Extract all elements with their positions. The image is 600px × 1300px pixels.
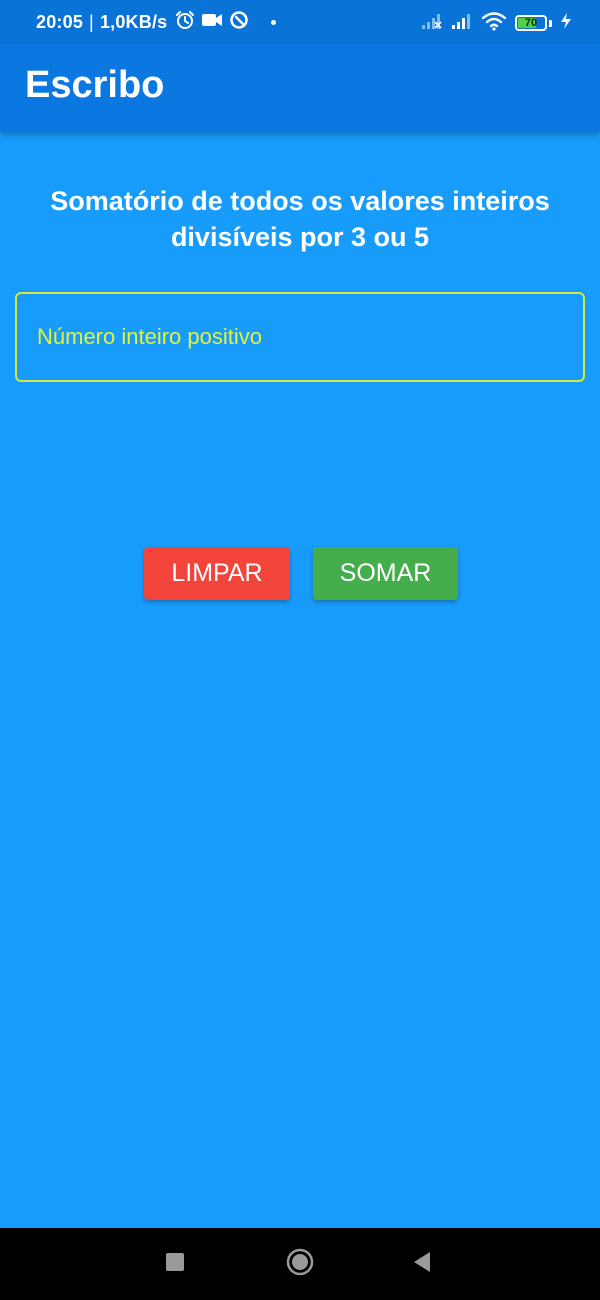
alarm-icon [175,10,195,35]
battery-icon: 70 [515,15,547,31]
recents-icon [165,1252,185,1277]
status-bar: 20:05 | 1,0KB/s 70 [0,0,600,44]
home-icon [285,1247,315,1282]
battery-cap [549,19,552,27]
back-button[interactable] [392,1228,452,1300]
navigation-bar [0,1228,600,1300]
page-heading: Somatório de todos os valores inteiros d… [50,186,550,252]
status-separator: | [89,11,94,32]
number-input[interactable] [35,323,583,351]
status-icons-left [175,10,249,35]
app-title: Escribo [25,64,165,106]
status-network-speed: 1,0KB/s [99,11,168,32]
back-icon [412,1251,432,1278]
signal-off-icon [421,12,443,35]
signal-icon [451,12,473,35]
data-saver-icon [229,10,249,35]
recents-button[interactable] [145,1228,205,1300]
status-right: 70 [421,11,572,36]
status-left: 20:05 | 1,0KB/s [36,10,277,35]
notification-dot [271,19,277,25]
app-bar: Escribo [0,44,600,132]
wifi-icon [481,11,507,36]
sum-button[interactable]: SOMAR [313,547,458,600]
video-camera-icon [201,12,223,33]
number-input-container[interactable] [15,292,585,382]
home-button[interactable] [270,1228,330,1300]
charging-icon [560,12,572,35]
clear-button[interactable]: LIMPAR [144,547,290,600]
status-time: 20:05 [36,11,84,32]
battery-level: 70 [524,17,538,29]
